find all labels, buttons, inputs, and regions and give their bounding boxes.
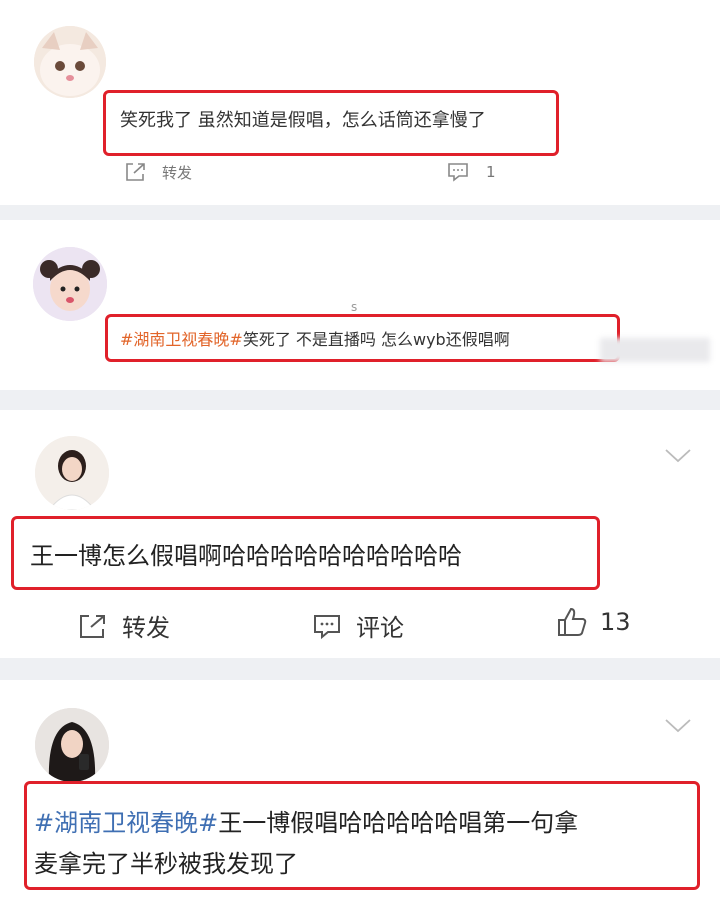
comment-button[interactable]: 评论 bbox=[312, 608, 404, 643]
post-text-line-2: 麦拿完了半秒被我发现了 bbox=[34, 850, 298, 878]
thumbs-up-icon bbox=[558, 607, 587, 636]
blurred-area bbox=[600, 338, 710, 362]
post-text: 笑死我了 虽然知道是假唱，怎么话筒还拿慢了 bbox=[120, 110, 486, 131]
post-text-line-1: #湖南卫视春晚#王一博假唱哈哈哈哈哈唱第一句拿 bbox=[34, 803, 578, 838]
comment-icon bbox=[448, 163, 468, 182]
repost-button[interactable]: 转发 bbox=[124, 161, 192, 183]
post-card-4: #湖南卫视春晚#王一博假唱哈哈哈哈哈唱第一句拿 麦拿完了半秒被我发现了 bbox=[0, 680, 720, 900]
hashtag[interactable]: #湖南卫视春晚# bbox=[120, 330, 243, 349]
chevron-down-icon[interactable] bbox=[664, 718, 692, 734]
comment-button[interactable]: 1 bbox=[446, 161, 496, 183]
share-icon bbox=[80, 614, 105, 638]
share-icon bbox=[126, 163, 145, 181]
like-button[interactable]: 13 bbox=[556, 606, 631, 638]
chevron-down-icon[interactable] bbox=[664, 448, 692, 464]
post-text: 王一博怎么假唱啊哈哈哈哈哈哈哈哈哈哈 bbox=[30, 542, 462, 570]
comment-count: 1 bbox=[486, 163, 496, 181]
woman-avatar-icon bbox=[35, 436, 109, 510]
post-text: #湖南卫视春晚#笑死了 不是直播吗 怎么wyb还假唱啊 bbox=[120, 326, 510, 350]
repost-button[interactable]: 转发 bbox=[78, 608, 170, 643]
repost-label: 转发 bbox=[162, 163, 193, 182]
like-count: 13 bbox=[600, 608, 631, 636]
post-card-1: 笑死我了 虽然知道是假唱，怎么话筒还拿慢了 转发 1 bbox=[0, 0, 720, 205]
comment-label: 评论 bbox=[356, 614, 404, 642]
post-card-2: s #湖南卫视春晚#笑死了 不是直播吗 怎么wyb还假唱啊 bbox=[0, 220, 720, 390]
post-body: 笑死了 不是直播吗 怎么wyb还假唱啊 bbox=[242, 330, 510, 349]
stray-char: s bbox=[351, 300, 358, 314]
avatar[interactable] bbox=[35, 708, 109, 782]
avatar[interactable] bbox=[35, 436, 109, 510]
post-body: 王一博假唱哈哈哈哈哈唱第一句拿 bbox=[218, 809, 579, 837]
avatar[interactable] bbox=[34, 26, 106, 98]
post-card-3: 王一博怎么假唱啊哈哈哈哈哈哈哈哈哈哈 转发 评论 13 bbox=[0, 410, 720, 658]
woman-avatar-icon bbox=[35, 708, 109, 782]
hashtag[interactable]: #湖南卫视春晚# bbox=[34, 809, 218, 837]
comment-icon bbox=[314, 614, 340, 639]
avatar[interactable] bbox=[33, 247, 107, 321]
girl-avatar-icon bbox=[33, 247, 107, 321]
repost-label: 转发 bbox=[122, 614, 170, 642]
cat-avatar-icon bbox=[34, 26, 106, 98]
